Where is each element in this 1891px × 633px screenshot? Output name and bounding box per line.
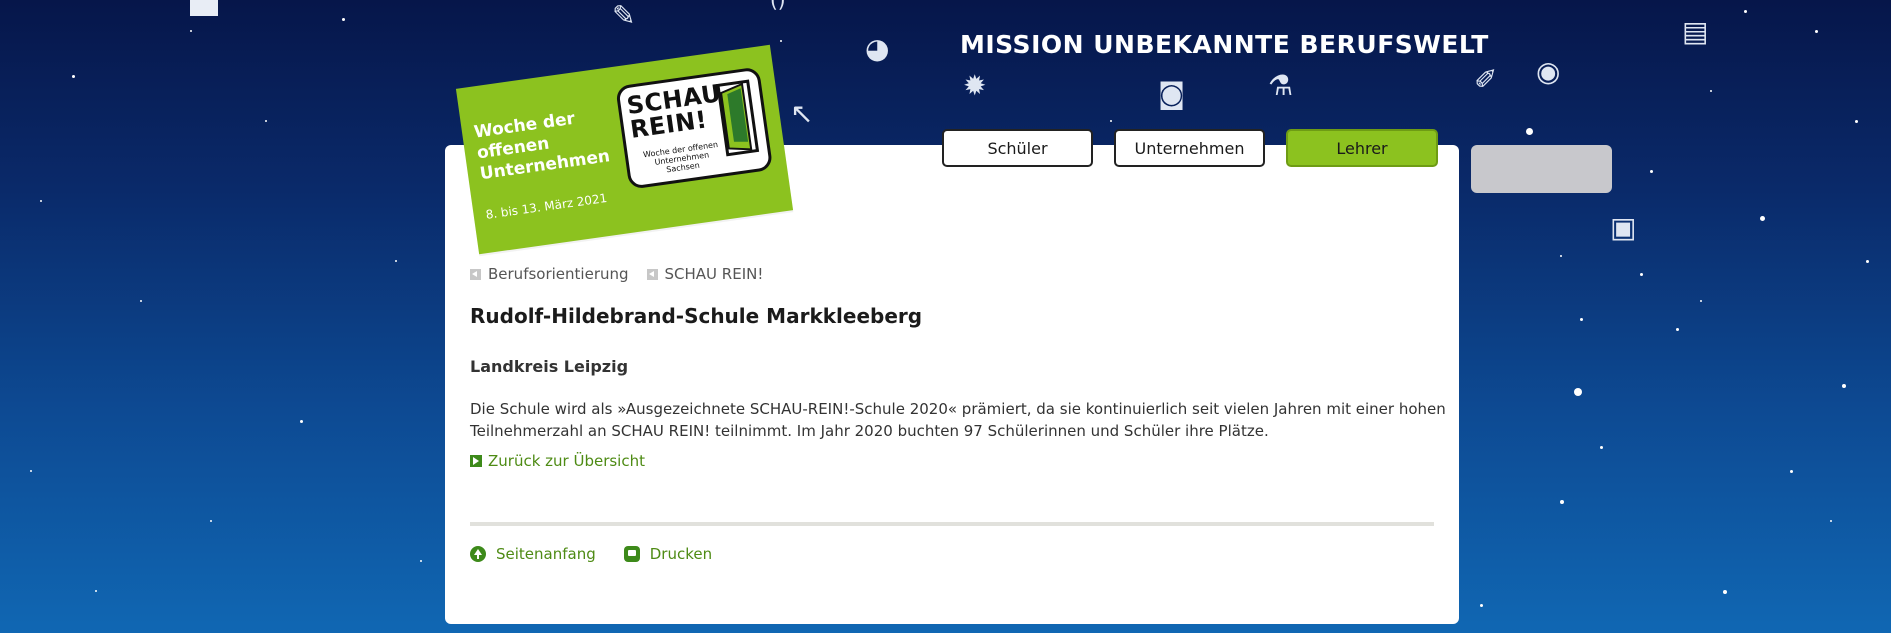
back-link-label: Zurück zur Übersicht bbox=[488, 452, 645, 470]
print-link[interactable]: Drucken bbox=[623, 545, 713, 563]
breadcrumb-label: Berufsorientierung bbox=[488, 265, 629, 283]
wrench-icon: ✎ bbox=[612, 0, 636, 32]
back-to-overview-link[interactable]: Zurück zur Übersicht bbox=[470, 452, 645, 470]
tab-unternehmen[interactable]: Unternehmen bbox=[1114, 129, 1265, 167]
tab-lehrer[interactable]: Lehrer bbox=[1286, 129, 1438, 167]
book-icon bbox=[190, 0, 218, 16]
footer-links: Seitenanfang Drucken bbox=[470, 545, 712, 563]
page-subtitle: Landkreis Leipzig bbox=[470, 357, 629, 376]
tab-schueler[interactable]: Schüler bbox=[942, 129, 1093, 167]
mission-title: MISSION UNBEKANNTE BERUFSWELT bbox=[960, 30, 1489, 59]
page-top-link[interactable]: Seitenanfang bbox=[470, 545, 596, 563]
microscope-icon: ⚗ bbox=[1268, 69, 1294, 102]
logo-title: SCHAU REIN! bbox=[625, 79, 723, 144]
badge-date: 8. bis 13. März 2021 bbox=[484, 190, 609, 222]
print-icon bbox=[623, 546, 640, 562]
gray-placeholder-box bbox=[1471, 145, 1612, 193]
pen-icon: ↖ bbox=[790, 97, 814, 130]
clipboard-small-icon: ▣ bbox=[1610, 211, 1637, 244]
logo-subtitle: Woche der offenen Unternehmen Sachsen bbox=[642, 139, 719, 175]
play-arrow-icon bbox=[470, 455, 482, 467]
badge-tagline: Woche der offenen Unternehmen bbox=[472, 108, 612, 185]
brush-icon: ✐ bbox=[1474, 63, 1498, 96]
back-arrow-icon bbox=[470, 268, 481, 280]
camera-icon: ◙ bbox=[1158, 77, 1186, 110]
breadcrumb-item-schau-rein[interactable]: SCHAU REIN! bbox=[646, 265, 764, 283]
divider bbox=[470, 522, 1434, 526]
breadcrumb-label: SCHAU REIN! bbox=[664, 265, 764, 283]
back-arrow-icon bbox=[646, 268, 658, 280]
saw-icon: ✹ bbox=[963, 69, 987, 102]
breadcrumb: Berufsorientierung SCHAU REIN! bbox=[470, 265, 763, 283]
schau-rein-logo: SCHAU REIN! Woche der offenen Unternehme… bbox=[615, 66, 774, 190]
description-text: Die Schule wird als »Ausgezeichnete SCHA… bbox=[470, 400, 1446, 440]
palette-icon: ◕ bbox=[865, 32, 890, 65]
paren-icon: () bbox=[770, 0, 786, 12]
clipboard-icon: ▤ bbox=[1682, 15, 1709, 48]
page-top-label: Seitenanfang bbox=[496, 545, 596, 563]
print-label: Drucken bbox=[649, 545, 713, 563]
breadcrumb-item-berufsorientierung[interactable]: Berufsorientierung bbox=[470, 265, 629, 283]
eye-tool-icon: ◉ bbox=[1536, 55, 1561, 88]
arrow-up-icon bbox=[470, 546, 486, 562]
page-title: Rudolf-Hildebrand-Schule Markkleeberg bbox=[470, 304, 923, 328]
